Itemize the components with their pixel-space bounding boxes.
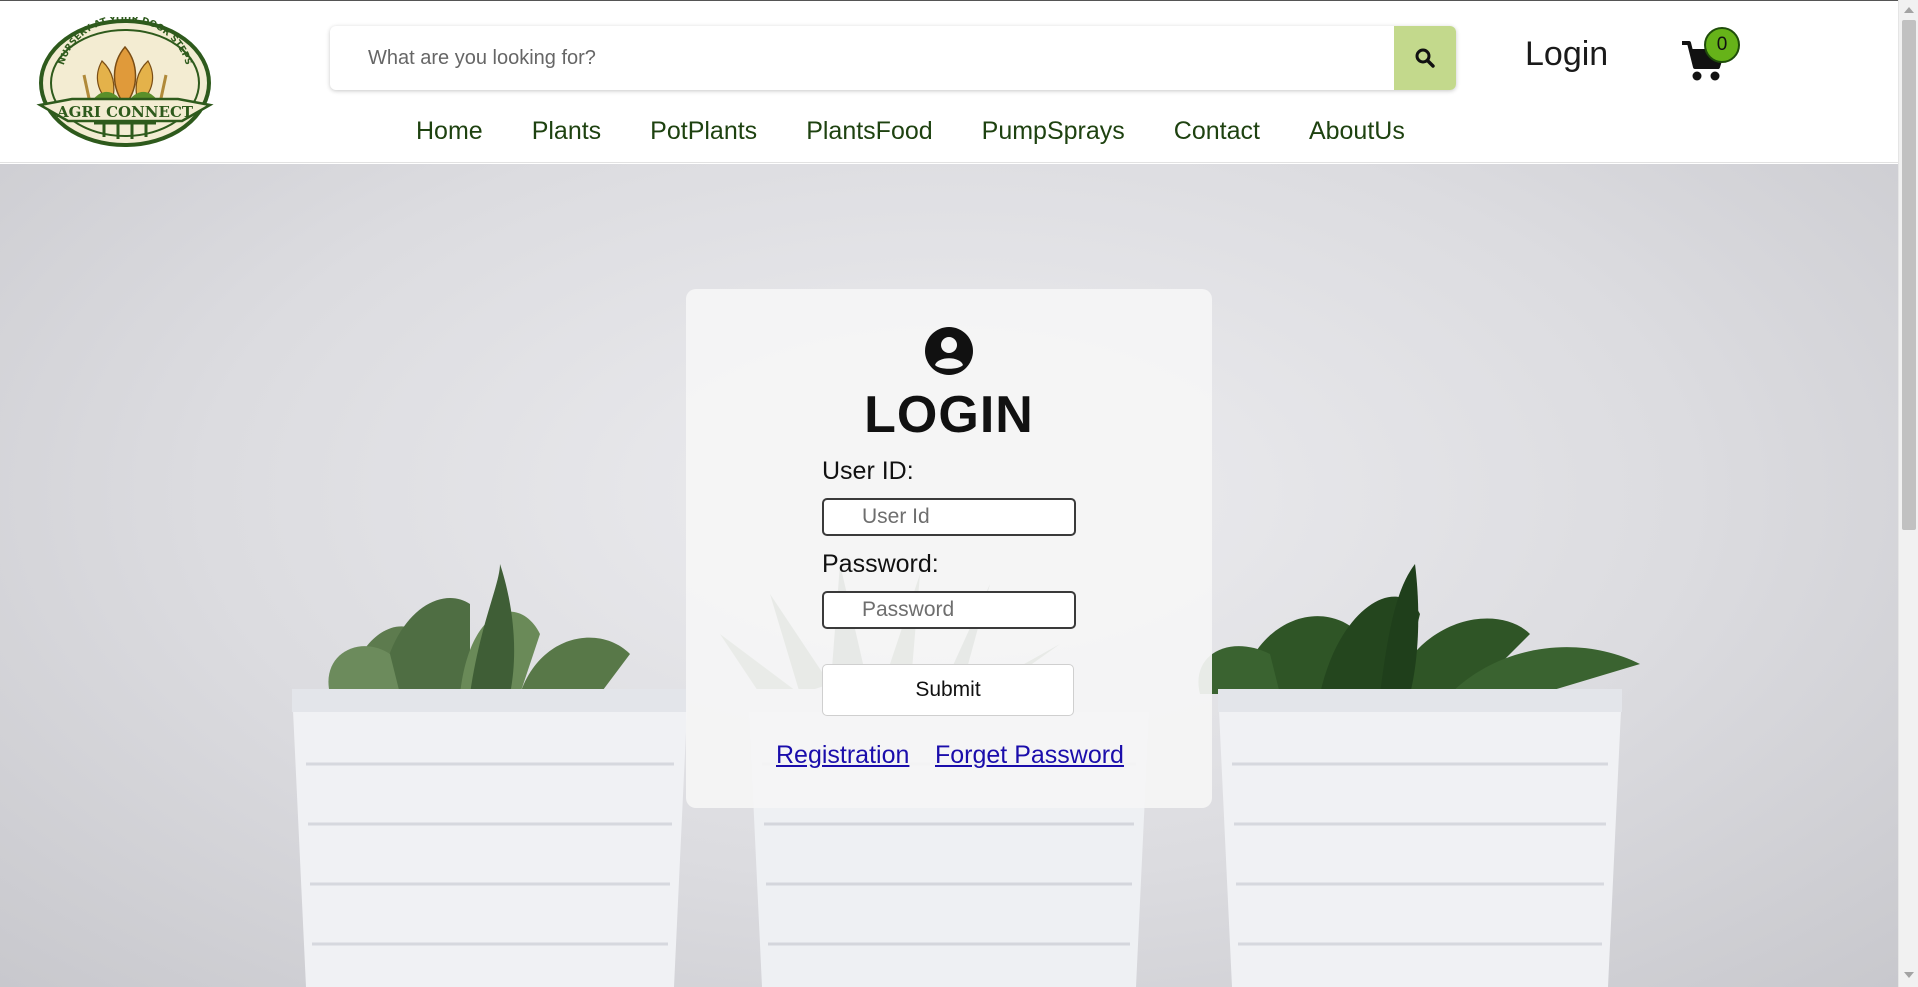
nav-plants[interactable]: Plants bbox=[532, 117, 601, 146]
nav-contact[interactable]: Contact bbox=[1174, 117, 1260, 146]
login-card: LOGIN User ID: Password: Submit Registra… bbox=[686, 289, 1212, 808]
left-succulent bbox=[328, 564, 630, 694]
search-icon bbox=[1415, 48, 1435, 68]
scrollbar-thumb[interactable] bbox=[1902, 20, 1916, 530]
forget-password-link[interactable]: Forget Password bbox=[935, 741, 1124, 770]
header-login-link[interactable]: Login bbox=[1525, 35, 1608, 74]
user-id-input[interactable] bbox=[822, 498, 1076, 536]
user-circle-icon bbox=[925, 327, 973, 375]
search-bar bbox=[330, 26, 1456, 90]
user-id-label: User ID: bbox=[822, 457, 914, 485]
main-nav: Home Plants PotPlants PlantsFood PumpSpr… bbox=[416, 117, 1405, 146]
submit-button[interactable]: Submit bbox=[822, 664, 1074, 716]
search-input[interactable] bbox=[330, 26, 1394, 90]
login-title: LOGIN bbox=[864, 386, 1034, 444]
agri-connect-logo[interactable]: NURSERY AT YOUR DOOR STEPS AGRI CONNECT bbox=[32, 14, 218, 147]
password-input[interactable] bbox=[822, 591, 1076, 629]
nav-aboutus[interactable]: AboutUs bbox=[1309, 117, 1405, 146]
right-succulent bbox=[1198, 564, 1640, 694]
logo-name-text: AGRI CONNECT bbox=[56, 103, 194, 121]
nav-home[interactable]: Home bbox=[416, 117, 483, 146]
page-scrollbar[interactable] bbox=[1898, 0, 1918, 987]
nav-pumpsprays[interactable]: PumpSprays bbox=[982, 117, 1125, 146]
registration-link[interactable]: Registration bbox=[776, 741, 909, 770]
scroll-up-arrow-icon[interactable] bbox=[1904, 7, 1914, 13]
nav-plantsfood[interactable]: PlantsFood bbox=[806, 117, 932, 146]
search-button[interactable] bbox=[1394, 26, 1456, 90]
site-header: NURSERY AT YOUR DOOR STEPS AGRI CONNECT … bbox=[0, 1, 1898, 163]
scroll-down-arrow-icon[interactable] bbox=[1904, 972, 1914, 978]
password-label: Password: bbox=[822, 550, 939, 578]
cart-count-badge: 0 bbox=[1704, 27, 1740, 63]
nav-potplants[interactable]: PotPlants bbox=[650, 117, 757, 146]
